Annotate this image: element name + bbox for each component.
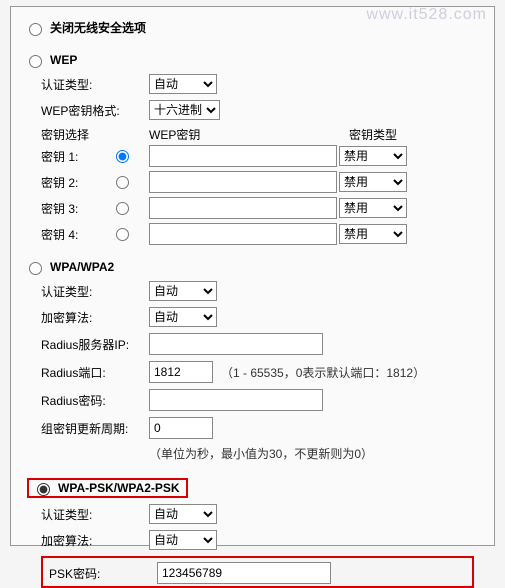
radio-wep[interactable] xyxy=(29,55,42,68)
wep-fmt-select[interactable]: 十六进制 xyxy=(149,100,220,120)
radius-port-input[interactable] xyxy=(149,361,213,383)
psk-algo-select[interactable]: 自动 xyxy=(149,530,217,550)
wep-key1-type[interactable]: 禁用 xyxy=(339,146,407,166)
radius-pwd-input[interactable] xyxy=(149,389,323,411)
hdr-key: WEP密钥 xyxy=(149,126,349,143)
wep-key1-label: 密钥 1: xyxy=(41,148,111,165)
wep-key3-radio[interactable] xyxy=(116,202,129,215)
radius-port-hint: （1 - 65535，0表示默认端口：1812） xyxy=(221,364,425,381)
hdr-key-select: 密钥选择 xyxy=(41,126,149,143)
wep-key2-radio[interactable] xyxy=(116,176,129,189)
wep-key3-input[interactable] xyxy=(149,197,337,219)
settings-panel: 关闭无线安全选项 WEP 认证类型: 自动 WEP密钥格式: 十六进制 密钥选择… xyxy=(10,6,495,546)
watermark: www.it528.com xyxy=(366,6,487,24)
psk-title: WPA-PSK/WPA2-PSK xyxy=(58,481,180,495)
wep-key4-row: 密钥 4: 禁用 xyxy=(41,223,474,245)
wpa-algo-label: 加密算法: xyxy=(41,309,149,326)
psk-algo-label: 加密算法: xyxy=(41,532,149,549)
gkey-input[interactable] xyxy=(149,417,213,439)
wep-auth-label: 认证类型: xyxy=(41,76,149,93)
psk-highlight-box: WPA-PSK/WPA2-PSK xyxy=(27,478,188,498)
wep-key4-type[interactable]: 禁用 xyxy=(339,224,407,244)
radius-ip-label: Radius服务器IP: xyxy=(41,336,149,353)
wep-title: WEP xyxy=(50,53,77,67)
psk-pwd-highlight-box: PSK密码: xyxy=(41,556,474,588)
wpa-title: WPA/WPA2 xyxy=(50,260,114,274)
wep-auth-select[interactable]: 自动 xyxy=(149,74,217,94)
wpa-auth-label: 认证类型: xyxy=(41,283,149,300)
hdr-key-type: 密钥类型 xyxy=(349,126,419,143)
wep-key2-label: 密钥 2: xyxy=(41,174,111,191)
wep-key2-row: 密钥 2: 禁用 xyxy=(41,171,474,193)
radius-port-label: Radius端口: xyxy=(41,364,149,381)
psk-pwd-input[interactable] xyxy=(157,562,331,584)
radio-close-security[interactable] xyxy=(29,23,42,36)
psk-auth-label: 认证类型: xyxy=(41,506,149,523)
wep-key1-row: 密钥 1: 禁用 xyxy=(41,145,474,167)
wep-key1-radio[interactable] xyxy=(116,150,129,163)
psk-pwd-label: PSK密码: xyxy=(49,565,157,582)
radius-pwd-label: Radius密码: xyxy=(41,392,149,409)
wep-key4-label: 密钥 4: xyxy=(41,226,111,243)
gkey-hint: （单位为秒，最小值为30，不更新则为0） xyxy=(149,445,373,462)
wep-key4-radio[interactable] xyxy=(116,228,129,241)
gkey-label: 组密钥更新周期: xyxy=(41,420,149,437)
close-security-label: 关闭无线安全选项 xyxy=(50,19,146,36)
wep-key4-input[interactable] xyxy=(149,223,337,245)
wep-key2-type[interactable]: 禁用 xyxy=(339,172,407,192)
wep-key3-type[interactable]: 禁用 xyxy=(339,198,407,218)
wpa-auth-select[interactable]: 自动 xyxy=(149,281,217,301)
wep-key1-input[interactable] xyxy=(149,145,337,167)
radio-wpa[interactable] xyxy=(29,262,42,275)
wep-key2-input[interactable] xyxy=(149,171,337,193)
radio-wpa-psk[interactable] xyxy=(37,483,50,496)
radius-ip-input[interactable] xyxy=(149,333,323,355)
wpa-algo-select[interactable]: 自动 xyxy=(149,307,217,327)
psk-auth-select[interactable]: 自动 xyxy=(149,504,217,524)
wep-key3-row: 密钥 3: 禁用 xyxy=(41,197,474,219)
wep-fmt-label: WEP密钥格式: xyxy=(41,102,149,119)
wep-key3-label: 密钥 3: xyxy=(41,200,111,217)
